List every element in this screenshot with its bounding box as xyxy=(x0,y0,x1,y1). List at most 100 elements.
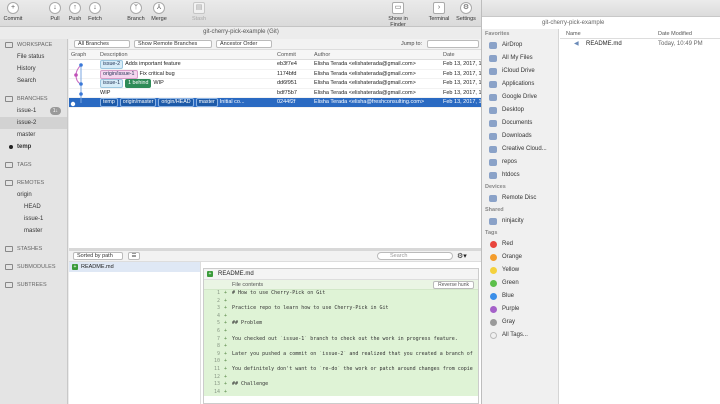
finder-favorite-item[interactable]: htdocs xyxy=(482,169,558,182)
line-number: 9 xyxy=(216,350,220,357)
finder-favorite-item[interactable]: Downloads xyxy=(482,130,558,143)
jump-to-select[interactable] xyxy=(427,40,479,48)
reverse-hunk-button[interactable]: Reverse hunk xyxy=(433,281,474,289)
terminal-button[interactable]: › Terminal xyxy=(424,2,454,22)
finder-sidebar-label: Gray xyxy=(502,319,516,325)
sidebar-section-stashes[interactable]: STASHES xyxy=(0,243,67,255)
diff-header: + README.md xyxy=(204,269,478,280)
sidebar-item-search[interactable]: Search xyxy=(0,75,67,87)
diff-line: 13 + ## Challenge xyxy=(204,381,478,389)
finder-tag-item[interactable]: All Tags... xyxy=(482,329,558,342)
col-description[interactable]: Description xyxy=(100,52,128,58)
gear-icon[interactable]: ⚙▾ xyxy=(457,252,467,260)
finder-tag-item[interactable]: Gray xyxy=(482,316,558,329)
col-date[interactable]: Date xyxy=(443,52,455,58)
sidebar-branch-issue-2[interactable]: issue-2 xyxy=(0,117,67,129)
sidebar-section-remotes[interactable]: REMOTES xyxy=(0,177,67,189)
stash-button[interactable]: ▤ Stash xyxy=(184,2,214,22)
commit-hash: 1174bfd xyxy=(277,70,297,77)
finder-tag-item[interactable]: Blue xyxy=(482,290,558,303)
sidebar-section-tags[interactable]: TAGS xyxy=(0,159,67,171)
finder-favorite-item[interactable]: Google Drive xyxy=(482,91,558,104)
finder-sidebar-label: iCloud Drive xyxy=(502,68,535,74)
tag-color-icon xyxy=(490,293,497,300)
sidebar-remote-master[interactable]: master xyxy=(0,225,67,237)
branches-filter-select[interactable]: All Branches xyxy=(74,40,130,48)
commit-row[interactable]: temp origin/master origin/HEAD master Initia… xyxy=(69,98,481,108)
finder-favorite-item[interactable]: Applications xyxy=(482,78,558,91)
line-number: 5 xyxy=(216,320,220,327)
finder-tag-item[interactable]: Yellow xyxy=(482,264,558,277)
list-view-button[interactable]: ☰ xyxy=(128,252,140,260)
branch-tag: temp xyxy=(100,98,118,107)
col-graph[interactable]: Graph xyxy=(71,52,86,58)
finder-file-row[interactable]: ◀ README.md Today, 10:49 PM xyxy=(560,39,720,49)
order-select[interactable]: Ancestor Order xyxy=(216,40,272,48)
sidebar-branch-master[interactable]: master xyxy=(0,129,67,141)
added-file-icon: + xyxy=(72,264,78,270)
settings-button[interactable]: ⚙ Settings xyxy=(451,2,481,22)
branch-tag: issue-2 xyxy=(100,60,124,69)
commit-row[interactable]: origin/issue-1 Fix critical bug 1174bfd Eli… xyxy=(69,69,481,79)
lower-toolbar: Sorted by path ☰ Search ⚙▾ xyxy=(69,251,481,262)
merge-button[interactable]: ⅄ Merge xyxy=(144,2,174,22)
finder-sidebar-label: htdocs xyxy=(502,172,520,178)
finder-sidebar-label: Downloads xyxy=(502,133,532,139)
show-in-finder-button[interactable]: ▭ Show in Finder xyxy=(380,2,416,28)
line-text: Later you pushed a commit on `issue-2` a… xyxy=(232,350,473,357)
diff-line: 12 + xyxy=(204,373,478,382)
finder-favorite-item[interactable]: All My Files xyxy=(482,52,558,65)
finder-favorite-item[interactable]: iCloud Drive xyxy=(482,65,558,78)
search-input[interactable]: Search xyxy=(377,252,453,260)
finder-favorite-item[interactable]: Desktop xyxy=(482,104,558,117)
col-author[interactable]: Author xyxy=(314,52,330,58)
finder-shared-item[interactable]: ninjacity xyxy=(482,215,558,228)
finder-favorite-item[interactable]: repos xyxy=(482,156,558,169)
finder-tag-item[interactable]: Orange xyxy=(482,251,558,264)
commit-row[interactable]: issue-1 1 behind WIP dd6f951 Elisha Terada <… xyxy=(69,79,481,89)
sidebar-item-history[interactable]: History xyxy=(0,63,67,75)
finder-tag-item[interactable]: Purple xyxy=(482,303,558,316)
commit-date: Feb 13, 2017, 1 xyxy=(443,70,481,77)
commit-message: WIP xyxy=(153,80,164,86)
commit-author: Elisha Terada <elisha@freshconsulting.co… xyxy=(314,99,425,105)
col-name[interactable]: Name xyxy=(566,29,581,39)
sidebar-remote-issue-1[interactable]: issue-1 xyxy=(0,213,67,225)
sidebar-branch-temp[interactable]: temp xyxy=(0,141,67,153)
finder-favorite-item[interactable]: AirDrop xyxy=(482,39,558,52)
sidebar-branch-issue-1[interactable]: issue-1 1↓ xyxy=(0,105,67,117)
commit-row[interactable]: WIP bdf75b7 Elisha Terada <elishaterada@gm… xyxy=(69,89,481,98)
commit-node xyxy=(74,73,78,77)
tag-color-icon xyxy=(490,306,497,313)
commit-row[interactable]: issue-2 Adds important feature eb3f7e4 Elis… xyxy=(69,60,481,70)
sidebar-section-submodules[interactable]: SUBMODULES xyxy=(0,261,67,273)
sidebar-item-file-status[interactable]: File status xyxy=(0,51,67,63)
finder-device-item[interactable]: Remote Disc xyxy=(482,192,558,205)
folder-icon xyxy=(489,159,497,166)
finder-icon: ▭ xyxy=(392,2,404,14)
sort-select[interactable]: Sorted by path xyxy=(73,252,123,260)
history-panel: All Branches Show Remote Branches Ancest… xyxy=(69,39,481,404)
finder-tag-item[interactable]: Red xyxy=(482,238,558,251)
remote-branches-select[interactable]: Show Remote Branches xyxy=(134,40,212,48)
commit-message: WIP xyxy=(100,89,111,96)
sidebar-remote-origin[interactable]: origin xyxy=(0,189,67,201)
sidebar-section-subtrees[interactable]: SUBTREES xyxy=(0,279,67,291)
finder-favorite-item[interactable]: Creative Cloud... xyxy=(482,143,558,156)
sidebar-section-branches[interactable]: BRANCHES xyxy=(0,93,67,105)
merge-icon: ⅄ xyxy=(153,2,165,14)
commit-button[interactable]: + Commit xyxy=(0,2,28,22)
col-commit[interactable]: Commit xyxy=(277,52,296,58)
sidebar-section-workspace[interactable]: WORKSPACE xyxy=(0,39,67,51)
commit-hash: bdf75b7 xyxy=(277,89,297,96)
finder-sidebar-label: Desktop xyxy=(502,107,525,113)
finder-favorite-item[interactable]: Documents xyxy=(482,117,558,130)
finder-sidebar-label: Creative Cloud... xyxy=(502,146,547,152)
finder-tag-item[interactable]: Green xyxy=(482,277,558,290)
finder-sidebar-label: Orange xyxy=(502,254,523,260)
sidebar-remote-head[interactable]: HEAD xyxy=(0,201,67,213)
fetch-button[interactable]: ↓ Fetch xyxy=(80,2,110,22)
col-date-modified[interactable]: Date Modified xyxy=(658,29,692,39)
file-item[interactable]: + README.md xyxy=(69,262,200,272)
commit-graph xyxy=(70,63,83,107)
